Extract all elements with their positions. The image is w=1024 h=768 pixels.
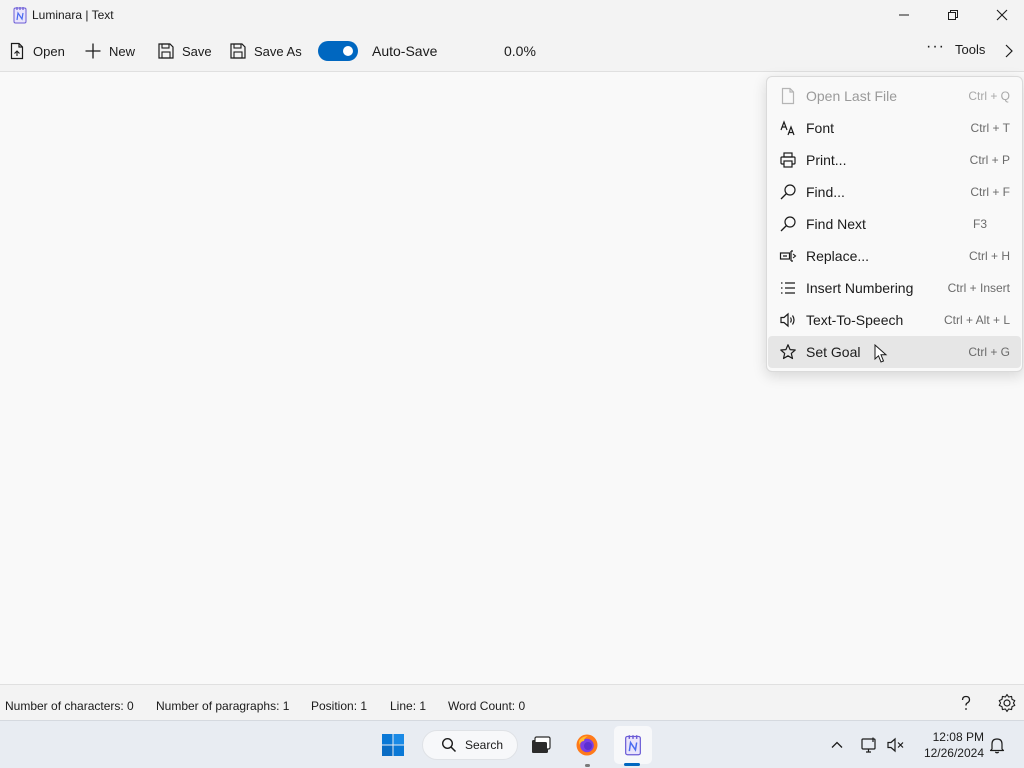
active-app-indicator xyxy=(624,763,640,766)
save-as-label: Save As xyxy=(254,43,302,59)
clock-date: 12/26/2024 xyxy=(923,746,984,760)
menu-item-shortcut: Ctrl + H xyxy=(968,249,1010,263)
search-icon xyxy=(780,184,796,200)
taskbar: Search 12:08 PM 12/26/2024 xyxy=(0,720,1024,768)
notepad-app-icon xyxy=(13,7,27,24)
menu-item-label: Font xyxy=(806,120,835,136)
system-clock[interactable]: 12:08 PM 12/26/2024 xyxy=(916,729,984,761)
menu-item-shortcut: Ctrl + P xyxy=(969,153,1010,167)
character-count: Number of characters: 0 xyxy=(5,699,134,713)
task-view-icon[interactable] xyxy=(530,734,552,756)
gear-icon[interactable] xyxy=(997,693,1017,713)
running-indicator xyxy=(585,764,590,767)
menu-item-text-to-speech[interactable]: Text-To-Speech Ctrl + Alt + L xyxy=(768,304,1021,336)
clock-time: 12:08 PM xyxy=(932,730,984,744)
menu-item-label: Set Goal xyxy=(806,344,861,360)
menu-item-label: Replace... xyxy=(806,248,870,264)
list-icon xyxy=(781,282,795,294)
toolbar: Open New Save Save As Auto-Save 0.0% ···… xyxy=(0,30,1024,72)
printer-icon xyxy=(780,152,796,168)
menu-item-find[interactable]: Find... Ctrl + F xyxy=(768,176,1021,208)
restore-icon xyxy=(948,10,958,20)
menu-item-label: Text-To-Speech xyxy=(806,312,904,328)
window-title: Luminara | Text xyxy=(32,8,114,22)
autosave-toggle[interactable] xyxy=(318,41,358,61)
menu-item-shortcut: Ctrl + F xyxy=(970,185,1010,199)
toggle-knob xyxy=(343,46,353,56)
save-as-icon xyxy=(230,43,246,59)
menu-item-find-next[interactable]: Find Next F3 xyxy=(768,208,1021,240)
search-icon xyxy=(441,737,457,753)
menu-item-label: Find... xyxy=(806,184,845,200)
chevron-up-icon[interactable] xyxy=(830,738,844,752)
menu-item-print[interactable]: Print... Ctrl + P xyxy=(768,144,1021,176)
menu-item-shortcut: Ctrl + T xyxy=(970,121,1010,135)
menu-item-shortcut: Ctrl + Q xyxy=(968,89,1010,103)
minimize-icon xyxy=(899,14,909,16)
goal-progress: 0.0% xyxy=(504,43,536,59)
menu-item-open-last-file[interactable]: Open Last File Ctrl + Q xyxy=(768,80,1021,112)
word-count: Word Count: 0 xyxy=(448,699,526,713)
close-button[interactable] xyxy=(979,0,1024,30)
firefox-icon[interactable] xyxy=(575,733,599,757)
menu-item-replace[interactable]: Replace... Ctrl + H xyxy=(768,240,1021,272)
minimize-button[interactable] xyxy=(881,0,927,30)
font-icon xyxy=(780,120,795,136)
menu-item-label: Print... xyxy=(806,152,847,168)
save-icon xyxy=(158,43,174,59)
save-as-button[interactable]: Save As xyxy=(229,38,302,64)
menu-item-shortcut: F3 xyxy=(972,217,987,231)
tools-label: Tools xyxy=(954,42,986,57)
network-icon[interactable] xyxy=(860,736,878,754)
tools-button[interactable]: ··· Tools xyxy=(926,37,986,57)
menu-item-label: Find Next xyxy=(806,216,866,232)
notification-bell-icon[interactable] xyxy=(988,736,1006,754)
help-icon[interactable] xyxy=(956,693,976,713)
autosave-label: Auto-Save xyxy=(372,43,438,59)
save-button[interactable]: Save xyxy=(157,38,212,64)
taskbar-search[interactable]: Search xyxy=(422,730,518,760)
new-label: New xyxy=(109,43,136,59)
search-label: Search xyxy=(465,738,504,752)
open-file-icon xyxy=(10,42,24,60)
menu-item-set-goal[interactable]: Set Goal Ctrl + G xyxy=(768,336,1021,368)
menu-item-shortcut: Ctrl + G xyxy=(968,345,1010,359)
plus-icon xyxy=(85,43,101,59)
new-button[interactable]: New xyxy=(84,38,135,64)
windows-start-icon[interactable] xyxy=(381,733,405,757)
cursor-position: Position: 1 xyxy=(311,699,368,713)
volume-muted-icon[interactable] xyxy=(886,736,906,754)
status-bar: Number of characters: 0 Number of paragr… xyxy=(0,684,1024,720)
menu-item-label: Insert Numbering xyxy=(806,280,914,296)
speaker-icon xyxy=(780,312,795,328)
menu-item-font[interactable]: Font Ctrl + T xyxy=(768,112,1021,144)
save-label: Save xyxy=(182,43,212,59)
tools-menu: Open Last File Ctrl + Q Font Ctrl + T Pr… xyxy=(766,76,1023,372)
menu-item-label: Open Last File xyxy=(806,88,898,104)
search-icon xyxy=(780,216,796,232)
title-bar: Luminara | Text xyxy=(0,0,1024,30)
close-icon xyxy=(996,9,1008,21)
menu-item-shortcut: Ctrl + Insert xyxy=(947,281,1010,295)
more-dots-icon: ··· xyxy=(926,37,945,55)
replace-icon xyxy=(779,250,797,262)
open-label: Open xyxy=(33,43,65,59)
star-icon xyxy=(780,344,796,360)
line-number: Line: 1 xyxy=(390,699,427,713)
restore-button[interactable] xyxy=(930,0,976,30)
taskbar-app-notepad[interactable] xyxy=(614,726,652,764)
open-button[interactable]: Open xyxy=(8,38,65,64)
menu-item-insert-numbering[interactable]: Insert Numbering Ctrl + Insert xyxy=(768,272,1021,304)
menu-item-shortcut: Ctrl + Alt + L xyxy=(943,313,1010,327)
mouse-cursor-icon xyxy=(874,344,888,363)
paragraph-count: Number of paragraphs: 1 xyxy=(156,699,290,713)
chevron-right-icon[interactable] xyxy=(1002,43,1016,59)
open-file-icon xyxy=(781,87,795,105)
notepad-app-icon xyxy=(625,735,641,756)
